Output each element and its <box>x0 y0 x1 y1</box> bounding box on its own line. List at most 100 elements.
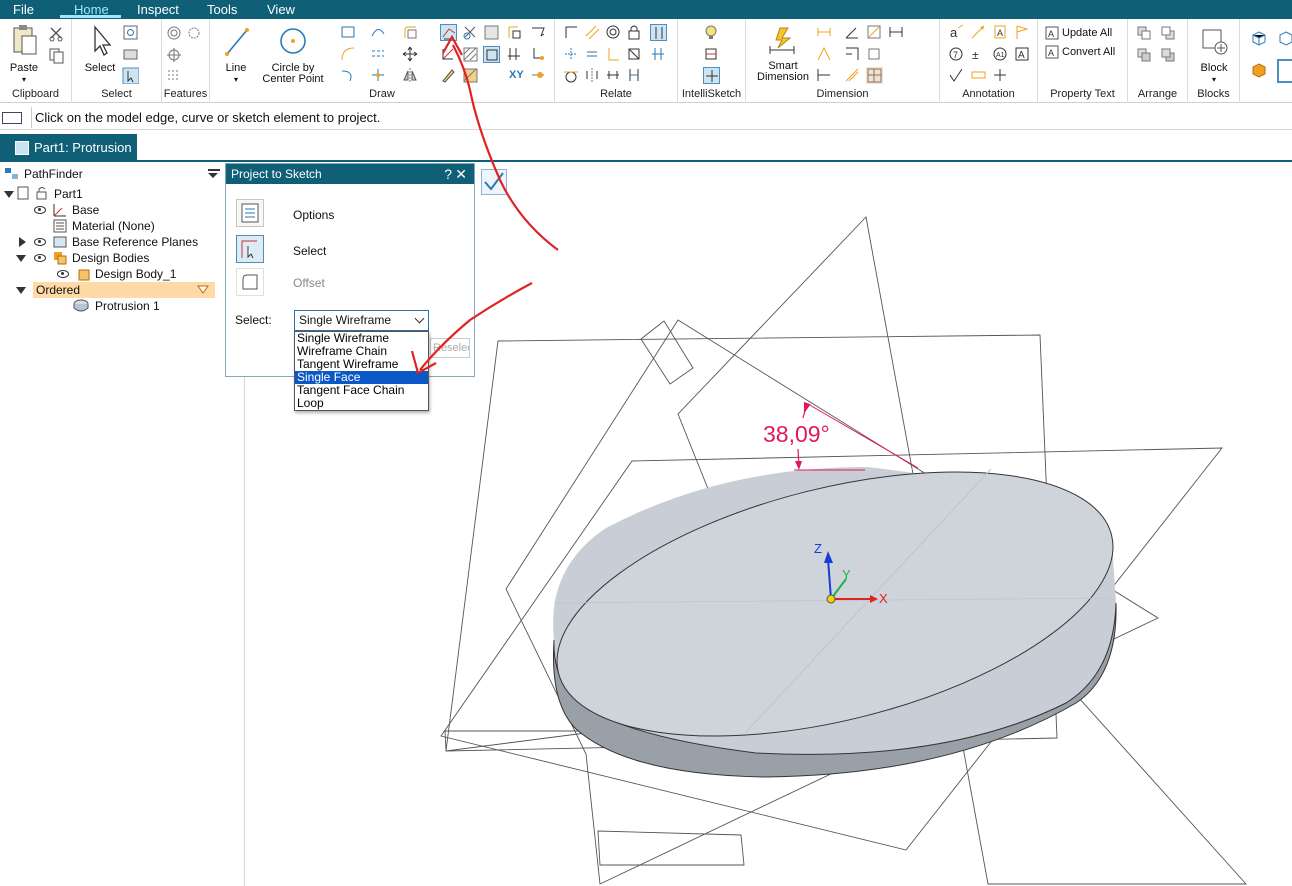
maintain-relationships-icon[interactable] <box>650 24 667 41</box>
intellisketch-settings-icon[interactable] <box>703 46 720 63</box>
menu-view[interactable]: View <box>267 1 295 18</box>
tolerance-icon[interactable]: ± <box>970 46 987 63</box>
menu-file[interactable]: File <box>13 1 34 18</box>
tangent-icon[interactable] <box>563 67 580 84</box>
visibility-eye-icon[interactable] <box>34 206 46 214</box>
rigid-set-icon[interactable] <box>626 46 643 63</box>
hatch-icon[interactable] <box>462 46 479 63</box>
mirror-icon[interactable] <box>402 67 419 84</box>
center-mark-icon[interactable] <box>992 67 1009 84</box>
trim-icon[interactable] <box>370 67 387 84</box>
plane-handle-1[interactable] <box>640 320 694 385</box>
dimension-align-icon[interactable] <box>844 67 861 84</box>
angle-dimension-value[interactable]: 38,09° <box>763 421 830 447</box>
datum-icon[interactable]: A1 <box>992 46 1009 63</box>
accept-checkmark-button[interactable] <box>481 169 507 195</box>
pathfinder-menu-icon[interactable] <box>208 169 220 178</box>
visibility-eye-icon[interactable] <box>57 270 69 278</box>
delete-element-icon[interactable] <box>462 24 479 41</box>
expand-base-reference-planes-icon[interactable] <box>19 237 26 247</box>
dimension-table-icon[interactable] <box>866 67 883 84</box>
move-icon[interactable] <box>402 46 419 63</box>
bring-forward-icon[interactable] <box>1136 25 1153 42</box>
text-frame-icon[interactable]: A <box>1014 46 1031 63</box>
visibility-eye-icon[interactable] <box>34 254 46 262</box>
expand-ordered-icon[interactable] <box>16 287 26 294</box>
protrusion-body[interactable] <box>530 422 1139 785</box>
corner-icon[interactable] <box>530 46 547 63</box>
tree-item-design-bodies[interactable]: Design Bodies <box>72 250 149 266</box>
relationship-handles-icon[interactable] <box>650 46 667 63</box>
select-step-button[interactable] <box>236 235 264 263</box>
tree-item-base-reference-planes[interactable]: Base Reference Planes <box>72 234 198 250</box>
tree-item-protrusion-1[interactable]: Protrusion 1 <box>95 298 160 314</box>
horizontal-vertical-icon[interactable] <box>563 46 580 63</box>
text-box-icon[interactable]: A <box>992 24 1009 41</box>
symmetric-diameter-icon[interactable] <box>816 46 833 63</box>
paste-button[interactable]: Paste ▾ <box>6 24 42 85</box>
point-feature-icon[interactable] <box>166 47 183 64</box>
cut-icon[interactable] <box>48 25 65 42</box>
smart-dimension-button[interactable]: Smart Dimension <box>752 24 814 83</box>
expand-part1-icon[interactable] <box>4 191 14 198</box>
symmetric-icon[interactable] <box>584 67 601 84</box>
arc-icon[interactable] <box>340 46 357 63</box>
fillet-icon[interactable] <box>402 24 419 41</box>
tree-item-design-body-1[interactable]: Design Body_1 <box>95 266 176 282</box>
menu-inspect[interactable]: Inspect <box>137 1 179 18</box>
rectangle-icon[interactable] <box>340 24 357 41</box>
curve-icon[interactable] <box>370 24 387 41</box>
convert-all-button[interactable]: Convert All <box>1062 46 1115 58</box>
circle-center-point-button[interactable]: Circle by Center Point <box>258 24 328 85</box>
angle-dimension[interactable]: 38,09° <box>763 401 919 471</box>
select-tool-button[interactable]: Select <box>82 24 118 74</box>
concentric-icon[interactable] <box>605 24 622 41</box>
options-button[interactable] <box>236 199 264 227</box>
weld-symbol-icon[interactable] <box>970 67 987 84</box>
hole-icon[interactable] <box>166 25 183 42</box>
send-to-back-icon[interactable] <box>1160 47 1177 64</box>
dimension-style-icon[interactable] <box>866 24 883 41</box>
select-highlight-icon[interactable] <box>122 67 139 84</box>
angle-between-icon[interactable] <box>844 24 861 41</box>
pattern-feature-icon[interactable] <box>166 67 183 84</box>
snap-point-icon[interactable] <box>530 67 547 84</box>
tree-item-part1[interactable]: Part1 <box>54 186 83 202</box>
leader-icon[interactable] <box>970 24 987 41</box>
pencil-sketch-icon[interactable] <box>440 67 457 84</box>
menu-tools[interactable]: Tools <box>207 1 237 18</box>
arrow-tool-icon[interactable] <box>506 24 523 41</box>
collinear-icon[interactable] <box>605 67 622 84</box>
offset-step-button[interactable] <box>236 268 264 296</box>
select-type-dropdown[interactable]: Single Wireframe <box>294 310 429 331</box>
select-window-icon[interactable] <box>122 46 139 63</box>
tree-item-ordered[interactable]: Ordered <box>33 282 215 298</box>
view-panel-toggle[interactable] <box>1277 59 1292 83</box>
update-all-icon[interactable]: A <box>1044 25 1061 42</box>
construction-icon[interactable] <box>530 24 547 41</box>
intellisketch-bulb-icon[interactable] <box>703 24 720 41</box>
help-button[interactable]: ? <box>444 164 452 184</box>
view-cube-alt-icon[interactable] <box>1278 30 1292 47</box>
surface-finish-icon[interactable] <box>948 67 965 84</box>
angular-coordinate-icon[interactable] <box>844 46 861 63</box>
parallel-icon[interactable] <box>584 24 601 41</box>
update-all-button[interactable]: Update All <box>1062 27 1112 39</box>
equal-icon[interactable] <box>584 46 601 63</box>
chamfer-dimension-icon[interactable] <box>816 67 833 84</box>
select-filter-icon[interactable] <box>122 24 139 41</box>
perpendicular-icon[interactable] <box>605 46 622 63</box>
plane-handle-2[interactable] <box>597 830 745 866</box>
arc-tangent-icon[interactable] <box>340 67 357 84</box>
expand-design-bodies-icon[interactable] <box>16 255 26 262</box>
include-icon[interactable] <box>440 46 457 63</box>
pattern-fill-icon[interactable] <box>462 67 479 84</box>
offset-curve-icon[interactable] <box>370 46 387 63</box>
balloon-icon[interactable]: 7 <box>948 46 965 63</box>
view-cube-icon[interactable] <box>1251 30 1268 47</box>
fill-icon[interactable] <box>483 24 500 41</box>
project-to-sketch-icon[interactable] <box>440 24 457 41</box>
coordinate-dimension-icon[interactable] <box>888 24 905 41</box>
lock-icon[interactable] <box>626 24 643 41</box>
attach-dimension-icon[interactable] <box>866 46 883 63</box>
